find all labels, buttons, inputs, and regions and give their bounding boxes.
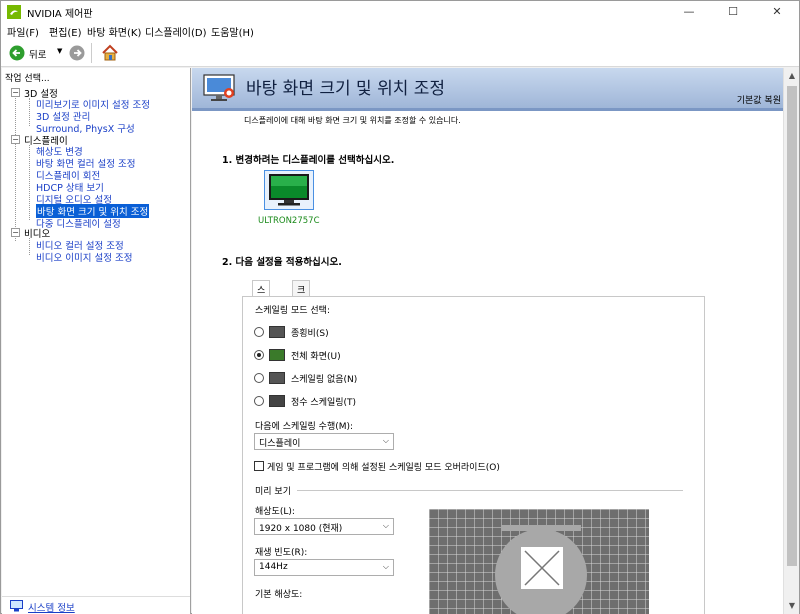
resolution-select[interactable]: 1920 x 1080 (현재) ⌵: [254, 518, 394, 535]
full-screen-icon: [269, 349, 285, 361]
page-description: 디스플레이에 대해 바탕 화면 크기 및 위치를 조정할 수 있습니다.: [244, 116, 461, 125]
scaling-mode-label: 스케일링 모드 선택:: [255, 306, 330, 316]
chevron-down-icon: ⌵: [382, 521, 389, 530]
minimize-button[interactable]: —: [667, 1, 711, 23]
radio-aspect-ratio[interactable]: [254, 327, 264, 337]
step1-heading: 1. 변경하려는 디스플레이를 선택하십시오.: [222, 155, 395, 166]
back-arrow-icon[interactable]: [9, 45, 25, 61]
tab-scaling[interactable]: 스케일링: [252, 280, 271, 335]
forward-arrow-icon[interactable]: [69, 45, 85, 61]
step2-heading: 2. 다음 설정을 적용하십시오.: [222, 257, 342, 268]
sidebar-header: 작업 선택...: [5, 74, 50, 84]
page-title: 바탕 화면 크기 및 위치 조정: [246, 79, 446, 99]
chevron-down-icon: ⌵: [382, 562, 389, 571]
expander-display[interactable]: −: [11, 135, 20, 144]
preview-divider: [297, 490, 683, 491]
toolbar: 뒤로 ▼: [1, 39, 799, 67]
refresh-rate-select[interactable]: 144Hz ⌵: [254, 559, 394, 576]
title-bar: NVIDIA 제어판 — ☐ ✕: [1, 1, 799, 23]
mode-full-screen-label[interactable]: 전체 화면(U): [291, 349, 341, 362]
menu-desktop[interactable]: 바탕 화면(K): [87, 24, 141, 39]
preview-label: 미리 보기: [255, 487, 291, 497]
expander-3d[interactable]: −: [11, 88, 20, 97]
expander-video[interactable]: −: [11, 228, 20, 237]
banner-divider: [192, 108, 799, 111]
scroll-thumb[interactable]: [787, 86, 797, 566]
menu-edit[interactable]: 편집(E): [49, 24, 82, 39]
menu-help[interactable]: 도움말(H): [211, 24, 254, 39]
content-pane: 바탕 화면 크기 및 위치 조정 기본값 복원 디스플레이에 대해 바탕 화면 …: [192, 68, 799, 614]
back-dropdown-icon[interactable]: ▼: [57, 47, 62, 55]
back-label[interactable]: 뒤로: [29, 47, 46, 61]
resolution-value: 1920 x 1080 (현재): [259, 524, 343, 534]
menu-bar: 파일(F) 편집(E) 바탕 화면(K) 디스플레이(D) 도움말(H): [1, 23, 799, 39]
refresh-rate-label: 재생 빈도(R):: [255, 548, 308, 558]
resolution-label: 해상도(L):: [255, 507, 295, 517]
menu-display[interactable]: 디스플레이(D): [145, 24, 207, 39]
display-tile[interactable]: [264, 170, 314, 210]
app-window: NVIDIA 제어판 — ☐ ✕ 파일(F) 편집(E) 바탕 화면(K) 디스…: [0, 0, 800, 614]
display-name[interactable]: ULTRON2757C: [258, 216, 320, 226]
content-scrollbar[interactable]: ▲ ▼: [783, 68, 799, 614]
aspect-ratio-icon: [269, 326, 285, 338]
radio-no-scaling[interactable]: [254, 373, 264, 383]
perform-scaling-label: 다음에 스케일링 수행(M):: [255, 422, 354, 432]
monitor-icon: [269, 174, 309, 206]
desktop-size-icon: [203, 74, 235, 101]
mode-no-scaling-label[interactable]: 스케일링 없음(N): [291, 372, 357, 385]
override-label[interactable]: 게임 및 프로그램에 의해 설정된 스케일링 모드 오버라이드(O): [267, 460, 500, 473]
page-banner: 바탕 화면 크기 및 위치 조정 기본값 복원: [192, 68, 799, 108]
scaling-preview-image: [429, 509, 649, 614]
system-info-icon: [10, 600, 23, 612]
override-checkbox[interactable]: [254, 461, 264, 471]
radio-full-screen[interactable]: [254, 350, 264, 360]
close-button[interactable]: ✕: [755, 1, 799, 23]
sidebar-footer: 시스템 정보: [2, 596, 190, 614]
restore-defaults-link[interactable]: 기본값 복원: [737, 93, 781, 106]
perform-scaling-select[interactable]: 디스플레이 ⌵: [254, 433, 394, 450]
integer-scaling-icon: [269, 395, 285, 407]
mode-aspect-ratio-label[interactable]: 종횡비(S): [291, 326, 329, 339]
perform-scaling-value: 디스플레이: [259, 439, 301, 449]
home-icon[interactable]: [101, 44, 119, 62]
mode-integer-scaling-label[interactable]: 정수 스케일링(T): [291, 395, 356, 408]
refresh-rate-value: 144Hz: [259, 562, 288, 572]
native-resolution-label: 기본 해상도:: [255, 590, 303, 600]
no-scaling-icon: [269, 372, 285, 384]
system-info-link[interactable]: 시스템 정보: [28, 600, 75, 614]
chevron-down-icon: ⌵: [382, 436, 389, 445]
radio-integer-scaling[interactable]: [254, 396, 264, 406]
tab-size[interactable]: 크기: [292, 280, 311, 309]
scroll-down-icon[interactable]: ▼: [784, 598, 799, 614]
scroll-up-icon[interactable]: ▲: [784, 68, 799, 84]
maximize-button[interactable]: ☐: [711, 1, 755, 23]
sidebar-item-video-image[interactable]: 비디오 이미지 설정 조정: [36, 250, 132, 264]
nvidia-app-icon: [7, 5, 21, 19]
task-sidebar: 작업 선택... − 3D 설정 미리보기로 이미지 설정 조정 3D 설정 관…: [2, 68, 191, 614]
window-title: NVIDIA 제어판: [27, 9, 93, 20]
menu-file[interactable]: 파일(F): [7, 24, 39, 39]
scaling-tab-panel: 스케일링 모드 선택: 종횡비(S) 전체 화면(U) 스케일링 없음(N) 정…: [242, 296, 705, 614]
